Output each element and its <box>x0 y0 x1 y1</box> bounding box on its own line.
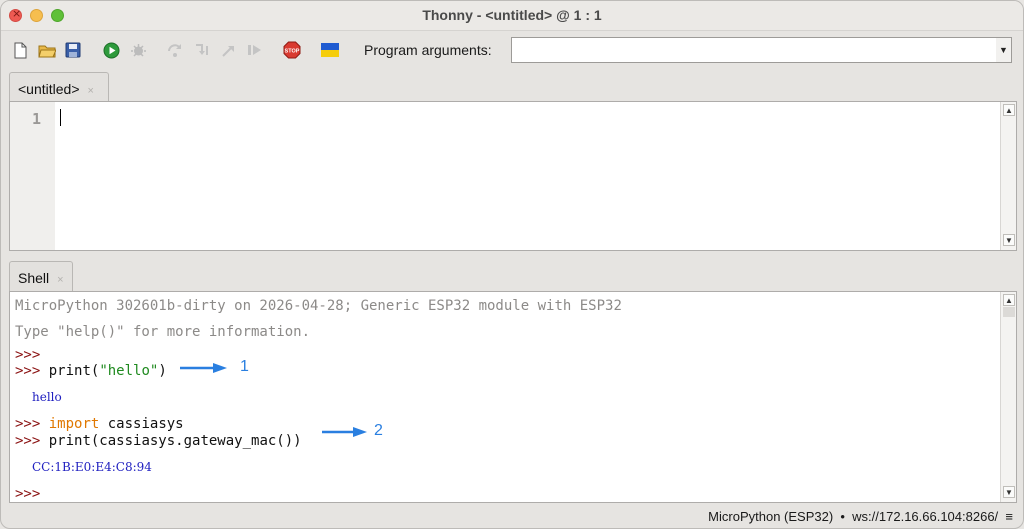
shell-prompt: >>> <box>15 486 41 502</box>
tab-untitled-close-icon[interactable]: × <box>88 85 94 97</box>
menu-icon[interactable]: ≡ <box>1005 509 1013 524</box>
shell-banner-line-2: Type "help()" for more information. <box>15 324 311 340</box>
stop-icon[interactable]: STOP <box>283 41 301 59</box>
save-icon[interactable] <box>64 41 82 59</box>
command-code: print(cassiasys.gateway_mac()) <box>48 433 302 449</box>
open-folder-icon[interactable] <box>38 41 56 59</box>
shell-command-1: >>> print("hello") <box>15 363 167 379</box>
shell-prompt: >>> <box>15 416 41 432</box>
scroll-up-icon[interactable]: ▲ <box>1003 104 1015 116</box>
shell-command-2: >>> import cassiasys <box>15 416 184 432</box>
annotation-arrow-1 <box>180 363 227 373</box>
command-code: cassiasys <box>99 416 184 432</box>
annotation-label-1: 1 <box>240 358 249 375</box>
tab-untitled[interactable]: <untitled> × <box>9 72 109 102</box>
shell-prompt: >>> <box>15 433 41 449</box>
scroll-up-icon[interactable]: ▲ <box>1003 294 1015 306</box>
annotation-arrow-2 <box>322 427 367 437</box>
tab-shell-close-icon[interactable]: × <box>57 274 63 286</box>
program-arguments-dropdown[interactable]: ▼ <box>996 37 1012 63</box>
shell-prompt: >>> <box>15 347 41 363</box>
status-bar[interactable]: MicroPython (ESP32) • ws://172.16.66.104… <box>708 509 1013 524</box>
debug-icon[interactable] <box>129 41 147 59</box>
tab-shell[interactable]: Shell × <box>9 261 73 291</box>
shell-output-2: CC:1B:E0:E4:C8:94 <box>32 460 152 474</box>
step-out-icon[interactable] <box>220 41 238 59</box>
shell-scrollbar[interactable]: ▲ ▼ <box>1000 292 1016 502</box>
shell-output-1: hello <box>32 390 62 404</box>
command-string: "hello" <box>99 363 159 379</box>
code-editor[interactable]: 1 ▲ ▼ <box>9 101 1017 251</box>
run-icon[interactable] <box>102 41 120 59</box>
program-arguments-label: Program arguments: <box>364 42 492 58</box>
command-code: print( <box>48 363 100 379</box>
line-number-gutter: 1 <box>10 102 55 250</box>
editor-scrollbar[interactable]: ▲ ▼ <box>1000 102 1016 250</box>
text-cursor <box>60 109 61 126</box>
annotation-label-2: 2 <box>374 422 383 439</box>
ukraine-flag-icon[interactable] <box>321 41 339 59</box>
step-over-icon[interactable] <box>167 41 185 59</box>
command-code: ) <box>158 363 167 379</box>
toolbar: STOP Program arguments: ▼ <box>1 32 1023 70</box>
window-title: Thonny - <untitled> @ 1 : 1 <box>422 7 602 23</box>
thonny-window: Thonny - <untitled> @ 1 : 1 <box>0 0 1024 529</box>
scroll-down-icon[interactable]: ▼ <box>1003 486 1015 498</box>
new-file-icon[interactable] <box>11 41 29 59</box>
line-number: 1 <box>32 110 42 128</box>
shell-command-3: >>> print(cassiasys.gateway_mac()) <box>15 433 302 449</box>
step-into-icon[interactable] <box>194 41 212 59</box>
program-arguments-input[interactable] <box>511 37 999 63</box>
shell-panel[interactable]: MicroPython 302601b-dirty on 2026-04-28;… <box>9 291 1017 503</box>
interpreter-status[interactable]: MicroPython (ESP32) • ws://172.16.66.104… <box>708 509 998 524</box>
command-keyword: import <box>48 416 100 432</box>
svg-text:STOP: STOP <box>285 49 300 55</box>
title-bar: Thonny - <untitled> @ 1 : 1 <box>1 1 1023 31</box>
shell-prompt: >>> <box>15 363 41 379</box>
tab-shell-label: Shell <box>18 270 50 286</box>
chevron-down-icon: ▼ <box>999 45 1008 55</box>
scroll-thumb[interactable] <box>1003 307 1015 317</box>
shell-banner-line-1: MicroPython 302601b-dirty on 2026-04-28;… <box>15 298 622 314</box>
scroll-down-icon[interactable]: ▼ <box>1003 234 1015 246</box>
resume-icon[interactable] <box>246 41 264 59</box>
tab-untitled-label: <untitled> <box>18 81 80 97</box>
